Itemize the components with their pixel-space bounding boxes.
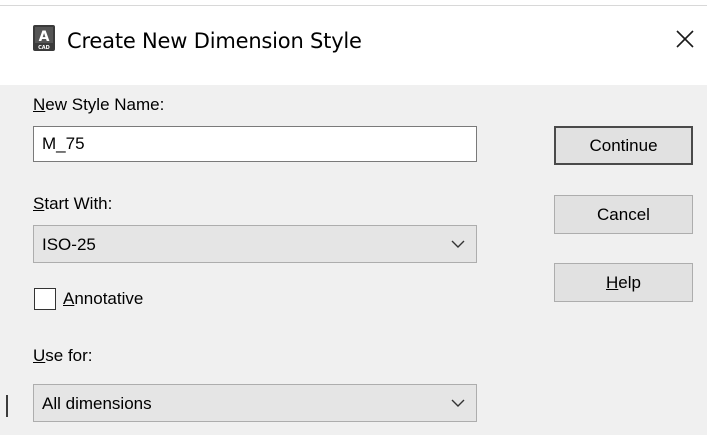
use-for-label: Use for: <box>33 346 93 365</box>
start-with-selected-value: ISO-25 <box>42 235 96 254</box>
svg-text:A: A <box>39 29 50 45</box>
cancel-button[interactable]: Cancel <box>554 195 693 234</box>
title-bar: A CAD Create New Dimension Style <box>0 0 707 85</box>
start-with-dropdown[interactable]: ISO-25 <box>33 225 477 263</box>
annotative-label[interactable]: Annotative <box>63 289 143 309</box>
continue-button[interactable]: Continue <box>554 126 693 165</box>
continue-button-label: Continue <box>589 135 658 155</box>
start-with-label: Start With: <box>33 194 113 213</box>
dialog-title: Create New Dimension Style <box>67 29 362 53</box>
new-style-name-label: New Style Name: <box>33 95 165 114</box>
help-button-label: Help <box>606 272 641 292</box>
chevron-down-icon <box>451 240 465 248</box>
new-style-name-input[interactable] <box>33 126 477 162</box>
cancel-button-label: Cancel <box>597 204 650 224</box>
annotative-checkbox[interactable] <box>34 288 56 310</box>
create-new-dimension-style-dialog: A CAD Create New Dimension Style New Sty… <box>0 0 707 435</box>
close-button[interactable] <box>668 22 702 56</box>
window-edge-divider <box>6 395 8 417</box>
help-button[interactable]: Help <box>554 263 693 302</box>
svg-text:CAD: CAD <box>38 45 50 51</box>
chevron-down-icon <box>451 399 465 407</box>
close-icon <box>676 30 694 48</box>
use-for-dropdown[interactable]: All dimensions <box>33 384 477 422</box>
window-top-edge <box>0 0 707 6</box>
autocad-icon: A CAD <box>33 25 55 51</box>
use-for-selected-value: All dimensions <box>42 394 152 413</box>
